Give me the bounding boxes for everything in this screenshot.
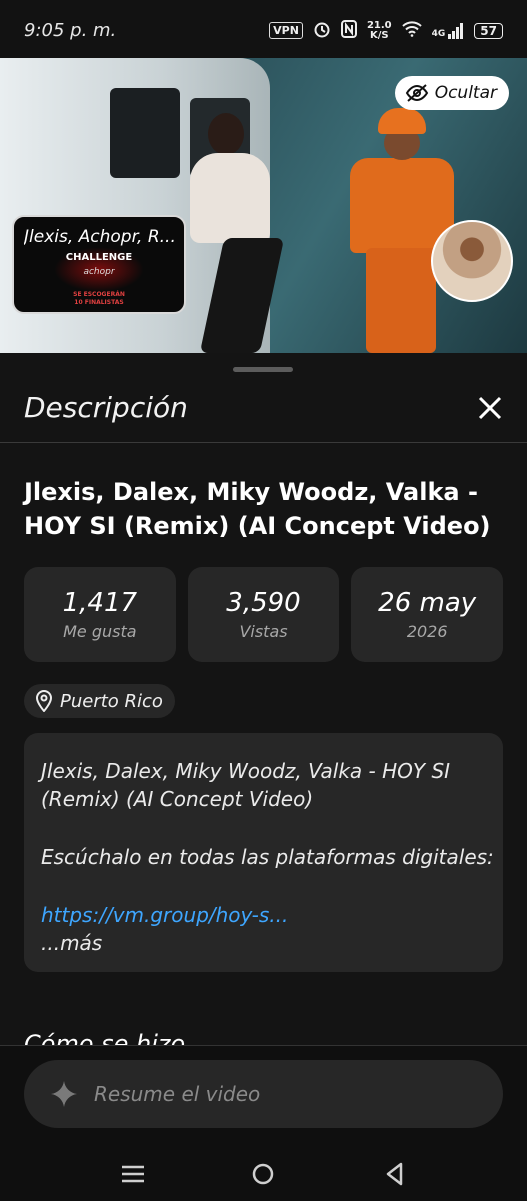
alarm-icon — [313, 20, 331, 41]
playlist-card-footer-line1: SE ESCOGERÁN — [73, 291, 125, 298]
location-label: Puerto Rico — [60, 690, 163, 712]
show-more-link[interactable]: ...más — [41, 931, 102, 955]
signal-icon: 4G — [432, 22, 465, 39]
likes-stat: 1,417 Me gusta — [24, 567, 176, 662]
likes-value: 1,417 — [62, 588, 138, 618]
description-line-2: (Remix) (AI Concept Video) — [41, 787, 314, 811]
sheet-title: Descripción — [24, 391, 188, 424]
back-icon[interactable] — [380, 1159, 410, 1189]
divider — [0, 442, 527, 443]
description-link[interactable]: https://vm.group/hoy-s... — [41, 903, 288, 927]
description-card[interactable]: Jlexis, Dalex, Miky Woodz, Valka - HOY S… — [24, 733, 503, 972]
hide-button-label: Ocultar — [434, 83, 497, 103]
year-label: 2026 — [406, 622, 448, 641]
channel-avatar[interactable] — [431, 220, 513, 302]
vpn-icon: VPN — [269, 22, 303, 39]
date-stat: 26 may 2026 — [351, 567, 504, 662]
description-line-1: Jlexis, Dalex, Miky Woodz, Valka - HOY S… — [41, 759, 451, 783]
bottom-bar: Resume el video — [0, 1045, 527, 1201]
status-icons: VPN 21.0 K/S 4G 57 — [269, 20, 503, 41]
playlist-card-challenge: CHALLENGE — [65, 252, 133, 263]
drag-handle[interactable] — [233, 367, 293, 372]
video-player[interactable]: Ocultar Jlexis, Achopr, R... CHALLENGE a… — [0, 58, 527, 353]
menu-icon[interactable] — [118, 1159, 148, 1189]
playlist-card-title: Jlexis, Achopr, R... — [24, 227, 176, 247]
system-nav-bar — [0, 1151, 527, 1201]
video-scene-woman — [190, 113, 285, 353]
stats-row: 1,417 Me gusta 3,590 Vistas 26 may 2026 — [24, 567, 504, 662]
next-section-heading: Cómo se hizo — [24, 1030, 186, 1045]
battery-indicator: 57 — [474, 22, 503, 39]
home-icon[interactable] — [248, 1159, 278, 1189]
date-value: 26 may — [378, 588, 477, 618]
playlist-card[interactable]: Jlexis, Achopr, R... CHALLENGE achopr SE… — [12, 215, 186, 314]
location-pin-icon — [35, 690, 53, 712]
summarize-input[interactable]: Resume el video — [24, 1060, 503, 1128]
sparkle-icon — [51, 1081, 77, 1107]
description-sheet: Descripción Jlexis, Dalex, Miky Woodz, V… — [0, 353, 527, 1201]
playlist-card-footer-line2: 10 FINALISTAS — [74, 299, 124, 306]
video-title: Jlexis, Dalex, Miky Woodz, Valka - HOY S… — [24, 478, 491, 540]
likes-label: Me gusta — [63, 622, 137, 641]
views-label: Vistas — [239, 622, 288, 641]
description-line-3: Escúchalo en todas las plataformas digit… — [41, 845, 494, 869]
hide-button[interactable]: Ocultar — [394, 76, 509, 110]
status-bar: 9:05 p. m. VPN 21.0 K/S 4G 57 — [0, 0, 527, 58]
playlist-card-brand: achopr — [83, 267, 115, 277]
nfc-icon — [340, 20, 357, 41]
summarize-placeholder: Resume el video — [94, 1082, 261, 1106]
eye-off-icon — [405, 84, 428, 102]
net-speed: 21.0 K/S — [366, 19, 392, 41]
location-chip[interactable]: Puerto Rico — [24, 684, 175, 718]
wifi-icon — [401, 21, 422, 40]
views-value: 3,590 — [226, 588, 301, 618]
status-time: 9:05 p. m. — [24, 20, 117, 41]
views-stat: 3,590 Vistas — [187, 567, 340, 662]
close-icon[interactable] — [475, 393, 505, 423]
